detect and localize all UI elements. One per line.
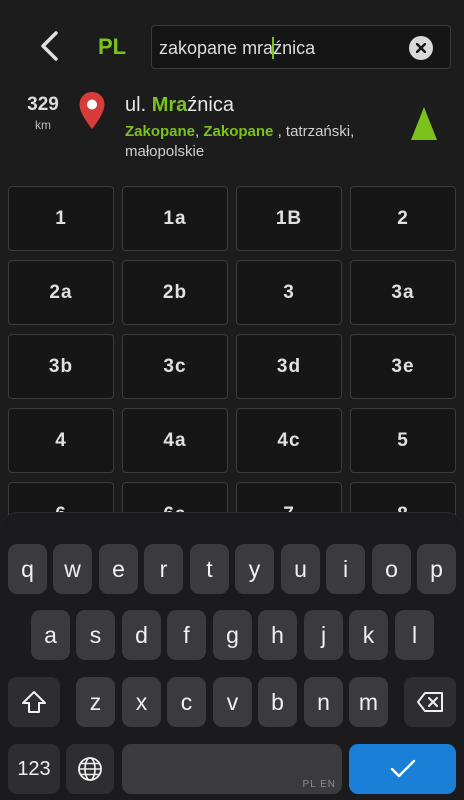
house-number-button[interactable]: 3b bbox=[8, 334, 114, 399]
key-k[interactable]: k bbox=[349, 610, 388, 660]
street-name: ul. Mraźnica bbox=[125, 94, 234, 116]
distance-unit: km bbox=[35, 118, 51, 132]
key-r[interactable]: r bbox=[144, 544, 183, 594]
check-icon bbox=[390, 759, 415, 778]
house-number-button[interactable]: 3 bbox=[236, 260, 342, 325]
distance-label: 329 km bbox=[24, 94, 62, 132]
house-number-button[interactable]: 4a bbox=[122, 408, 228, 473]
location-pin-icon bbox=[78, 91, 106, 136]
house-number-button[interactable]: 3a bbox=[350, 260, 456, 325]
house-number-button[interactable]: 5 bbox=[350, 408, 456, 473]
key-w[interactable]: w bbox=[53, 544, 92, 594]
region-text: Zakopane, Zakopane , tatrzański, małopol… bbox=[125, 123, 355, 160]
shift-icon bbox=[22, 691, 46, 713]
house-number-button[interactable]: 4 bbox=[8, 408, 114, 473]
house-number-button[interactable]: 2a bbox=[8, 260, 114, 325]
key-z[interactable]: z bbox=[76, 677, 115, 727]
clear-search-button[interactable] bbox=[409, 36, 433, 60]
search-result-item[interactable]: 329 km ul. Mraźnica Zakopane, Zakopane ,… bbox=[0, 88, 464, 168]
house-number-button[interactable]: 1a bbox=[122, 186, 228, 251]
top-bar: PL zakopane mraźnica bbox=[0, 0, 464, 88]
key-b[interactable]: b bbox=[258, 677, 297, 727]
house-number-button[interactable]: 3d bbox=[236, 334, 342, 399]
close-icon bbox=[416, 43, 426, 53]
key-g[interactable]: g bbox=[213, 610, 252, 660]
search-value: zakopane mraźnica bbox=[159, 37, 316, 59]
search-input[interactable]: zakopane mraźnica bbox=[151, 25, 451, 69]
house-number-button[interactable]: 2b bbox=[122, 260, 228, 325]
on-screen-keyboard: q w e r t y u i o p a s d f g h j k l z … bbox=[0, 512, 464, 800]
key-o[interactable]: o bbox=[372, 544, 411, 594]
back-button[interactable] bbox=[30, 26, 70, 66]
chevron-left-icon bbox=[41, 31, 58, 61]
key-f[interactable]: f bbox=[167, 610, 206, 660]
key-x[interactable]: x bbox=[122, 677, 161, 727]
key-n[interactable]: n bbox=[304, 677, 343, 727]
key-v[interactable]: v bbox=[213, 677, 252, 727]
key-c[interactable]: c bbox=[167, 677, 206, 727]
key-l[interactable]: l bbox=[395, 610, 434, 660]
house-number-button[interactable]: 1B bbox=[236, 186, 342, 251]
language-key[interactable] bbox=[66, 744, 114, 794]
space-language-label: PL EN bbox=[302, 779, 336, 790]
globe-icon bbox=[78, 757, 102, 781]
space-key[interactable]: PL EN bbox=[122, 744, 342, 794]
key-q[interactable]: q bbox=[8, 544, 47, 594]
key-y[interactable]: y bbox=[235, 544, 274, 594]
key-t[interactable]: t bbox=[190, 544, 229, 594]
house-number-button[interactable]: 4c bbox=[236, 408, 342, 473]
house-number-button[interactable]: 3e bbox=[350, 334, 456, 399]
house-number-grid: 1 1a 1B 2 2a 2b 3 3a 3b 3c 3d 3e 4 4a 4c… bbox=[8, 186, 458, 547]
key-u[interactable]: u bbox=[281, 544, 320, 594]
numbers-key[interactable]: 123 bbox=[8, 744, 60, 794]
key-p[interactable]: p bbox=[417, 544, 456, 594]
key-a[interactable]: a bbox=[31, 610, 70, 660]
country-selector[interactable]: PL bbox=[98, 34, 126, 60]
distance-value: 329 bbox=[27, 94, 59, 115]
key-h[interactable]: h bbox=[258, 610, 297, 660]
navigate-arrow-icon[interactable] bbox=[410, 106, 438, 147]
shift-key[interactable] bbox=[8, 677, 60, 727]
key-m[interactable]: m bbox=[349, 677, 388, 727]
key-s[interactable]: s bbox=[76, 610, 115, 660]
house-number-button[interactable]: 3c bbox=[122, 334, 228, 399]
key-d[interactable]: d bbox=[122, 610, 161, 660]
key-i[interactable]: i bbox=[326, 544, 365, 594]
confirm-key[interactable] bbox=[349, 744, 456, 794]
backspace-key[interactable] bbox=[404, 677, 456, 727]
house-number-button[interactable]: 2 bbox=[350, 186, 456, 251]
house-number-button[interactable]: 1 bbox=[8, 186, 114, 251]
key-j[interactable]: j bbox=[304, 610, 343, 660]
key-e[interactable]: e bbox=[99, 544, 138, 594]
backspace-icon bbox=[417, 692, 443, 712]
